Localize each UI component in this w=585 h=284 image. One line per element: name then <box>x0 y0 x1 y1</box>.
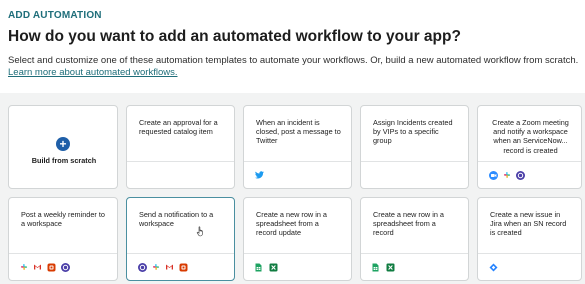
learn-more-link[interactable]: Learn more about automated workflows. <box>8 67 178 78</box>
card-footer <box>9 253 117 280</box>
template-card-catalog-approval[interactable]: Create an approval for a requested catal… <box>126 105 235 189</box>
template-card-spreadsheet-record[interactable]: Create a new row in a spreadsheet from a… <box>360 197 469 281</box>
office-icon <box>179 263 188 272</box>
card-footer <box>127 253 234 280</box>
card-footer <box>478 253 581 280</box>
card-title: Build from scratch <box>31 156 97 165</box>
template-card-incident-twitter[interactable]: When an incident is closed, post a messa… <box>243 105 352 189</box>
slack-icon <box>503 171 511 179</box>
excel-icon <box>386 263 395 272</box>
template-card-zoom-meeting[interactable]: Create a Zoom meeting and notify a works… <box>477 105 582 189</box>
template-card-spreadsheet-update[interactable]: Create a new row in a spreadsheet from a… <box>243 197 352 281</box>
plus-icon: + <box>56 137 70 151</box>
card-footer <box>244 253 351 280</box>
webex-icon <box>138 262 147 272</box>
zoom-icon <box>489 170 498 180</box>
webex-icon <box>61 262 70 272</box>
excel-icon <box>269 263 278 272</box>
gmail-icon <box>165 263 174 271</box>
office-icon <box>47 263 56 272</box>
slack-icon <box>152 263 160 271</box>
card-footer <box>244 161 351 188</box>
slack-icon <box>20 263 28 271</box>
google-sheets-icon <box>372 263 381 272</box>
intro-text: Select and customize one of these automa… <box>8 55 579 66</box>
intro-paragraph: Select and customize one of these automa… <box>8 55 583 78</box>
card-title: Create an approval for a requested catal… <box>139 118 218 137</box>
mouse-pointer-icon <box>196 224 205 237</box>
card-footer <box>127 161 234 188</box>
section-label: ADD AUTOMATION <box>8 10 102 21</box>
card-footer <box>361 253 468 280</box>
card-title: Assign Incidents created by VIPs to a sp… <box>373 118 453 146</box>
card-title: Create a Zoom meeting and notify a works… <box>492 118 569 155</box>
page-title: How do you want to add an automated work… <box>8 28 461 45</box>
card-title: Create a new row in a spreadsheet from a… <box>373 210 444 238</box>
card-title: Create a new row in a spreadsheet from a… <box>256 210 327 238</box>
card-title: Create a new issue in Jira when an SN re… <box>490 210 567 238</box>
jira-icon <box>489 263 498 272</box>
card-footer <box>361 161 468 188</box>
gmail-icon <box>33 263 42 271</box>
build-from-scratch-card[interactable]: + Build from scratch <box>8 105 118 189</box>
card-title: When an incident is closed, post a messa… <box>256 118 341 146</box>
template-gallery: + Build from scratch Create an approval … <box>0 93 585 284</box>
template-card-vip-incidents[interactable]: Assign Incidents created by VIPs to a sp… <box>360 105 469 189</box>
template-card-jira-issue[interactable]: Create a new issue in Jira when an SN re… <box>477 197 582 281</box>
google-sheets-icon <box>255 263 264 272</box>
card-footer <box>478 161 581 188</box>
twitter-icon <box>255 170 264 180</box>
card-title: Post a weekly reminder to a workspace <box>21 210 105 229</box>
card-title: Send a notification to a workspace <box>139 210 214 229</box>
template-card-weekly-reminder[interactable]: Post a weekly reminder to a workspace <box>8 197 118 281</box>
template-card-send-notification[interactable]: Send a notification to a workspace <box>126 197 235 281</box>
webex-icon <box>516 170 525 180</box>
